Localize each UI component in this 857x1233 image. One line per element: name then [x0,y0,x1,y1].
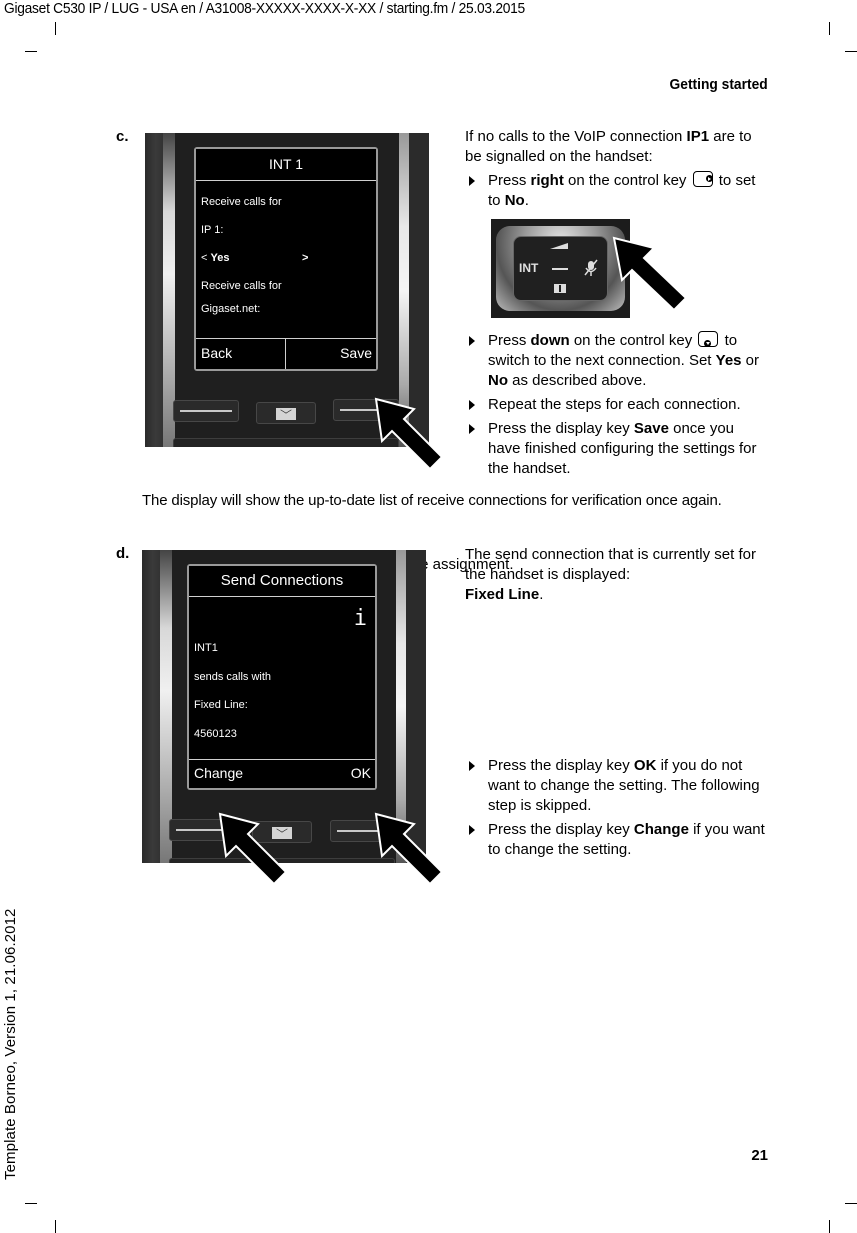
crop-mark [55,22,56,35]
message-key [256,402,316,424]
display-line: INT1 [194,642,218,654]
crop-mark [25,51,37,52]
softkey-ok: OK [350,765,371,781]
arrow-pointer-icon [374,397,444,471]
arrow-pointer-icon [218,812,288,886]
crop-mark [55,1220,56,1233]
softkey-save: Save [340,345,372,361]
handset-display: INT 1 Receive calls for IP 1: < Yes > Re… [194,147,378,371]
step-c-bullet-save: Press the display key Save once you have… [465,419,770,479]
left-display-key [173,400,239,422]
display-line: IP 1: [201,224,224,236]
handset-display: Send Connections i INT1 sends calls with… [187,564,377,790]
step-c-instructions: Press down on the control key to switch … [465,331,770,479]
crop-mark [25,1203,37,1204]
running-header: Gigaset C530 IP / LUG - USA en / A31008-… [4,0,525,17]
volume-icon [550,243,568,249]
arrow-pointer-icon [612,236,688,312]
display-line: Fixed Line: [194,699,248,711]
int-key-label: INT [519,261,539,275]
selector-left-arrow: < [201,252,208,264]
step-c-bullet-down: Press down on the control key to switch … [465,331,770,391]
step-d-instructions: Press the display key OK if you do not w… [465,756,770,860]
step-d-bullet-ok: Press the display key OK if you do not w… [465,756,770,816]
display-line: Gigaset.net: [201,303,261,315]
selector-value: Yes [210,252,230,264]
crop-mark [845,1203,857,1204]
display-line: sends calls with [194,671,272,683]
mute-microphone-icon [584,259,598,276]
crop-mark [845,51,857,52]
step-d-intro: The send connection that is currently se… [465,546,756,603]
softkey-change: Change [194,765,244,781]
section-title: Getting started [669,76,768,93]
softkey-back: Back [201,345,233,361]
crop-mark [829,1220,830,1233]
step-d-label: d. [116,545,130,562]
display-line: Receive calls for [201,196,282,208]
envelope-icon [276,408,296,420]
info-icon: i [353,606,367,631]
control-key-down-icon [698,331,719,347]
verification-text: The display will show the up-to-date lis… [142,492,722,509]
step-c-bullet-right: Press right on the control key to set to… [465,171,770,211]
crop-mark [829,22,830,35]
step-c-label: c. [116,128,129,145]
bullet-arrow-icon [469,176,475,186]
template-version-text: Template Borneo, Version 1, 21.06.2012 [2,908,19,1181]
step-c-bullet-repeat: Repeat the steps for each connection. [465,395,770,415]
phonebook-icon [554,284,566,293]
bullet-arrow-icon [469,336,475,346]
bullet-arrow-icon [469,825,475,835]
display-line: Receive calls for [201,280,282,292]
display-title: INT 1 [196,149,376,181]
arrow-pointer-icon [374,812,444,886]
control-key-right-icon [692,171,713,187]
selector-right-arrow: > [302,252,309,264]
bullet-arrow-icon [469,424,475,434]
step-c-intro: If no calls to the VoIP connection IP1 a… [465,128,752,165]
bullet-arrow-icon [469,761,475,771]
display-selector: < Yes > [201,252,311,264]
center-key-icon [552,268,568,270]
bullet-arrow-icon [469,400,475,410]
step-d-bullet-change: Press the display key Change if you want… [465,820,770,860]
display-title: Send Connections [189,566,375,597]
page-number: 21 [751,1147,768,1164]
display-line: 4560123 [194,728,237,740]
